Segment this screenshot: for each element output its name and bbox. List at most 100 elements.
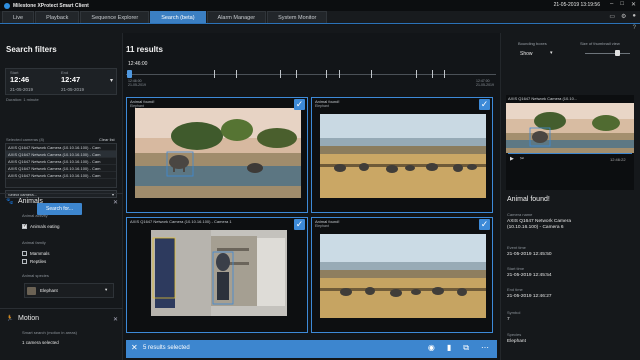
tile-checkbox[interactable]: ✓ <box>294 99 305 110</box>
settings-icon[interactable]: ⚙ <box>621 13 626 20</box>
symbol-label: Symbol <box>507 310 521 315</box>
mammals-checkbox[interactable] <box>22 251 27 256</box>
more-icon[interactable]: ⋯ <box>481 343 489 353</box>
camera-name-value: AXIS Q1647 Network Camera (10.10.16.100)… <box>507 219 571 230</box>
thumbnail-size-slider[interactable] <box>585 53 630 54</box>
result-marker[interactable] <box>280 70 281 78</box>
result-marker[interactable] <box>432 70 433 78</box>
tab-live[interactable]: Live <box>2 11 35 23</box>
tile-subcaption: Elephant <box>315 104 329 108</box>
clear-list-link[interactable]: Clear list <box>99 137 115 142</box>
tile-subcaption: Elephant <box>315 224 329 228</box>
result-marker[interactable] <box>339 70 340 78</box>
playback-progress[interactable] <box>508 153 632 154</box>
species-value: Elephant <box>40 288 58 293</box>
end-time: 12:47 <box>61 75 81 84</box>
clear-selection-icon[interactable]: ✕ <box>131 343 138 352</box>
close-icon[interactable]: ✕ <box>113 199 118 206</box>
clip-icon[interactable]: ✂ <box>520 156 524 162</box>
results-panel: 11 results 12:46:00 12:46:00 21-05-2019 … <box>123 33 535 360</box>
elephant-thumbnail-icon <box>27 287 36 295</box>
animals-icon: 🐾 <box>6 199 14 205</box>
result-tile[interactable]: Animal found! Elephant ✓ <box>311 97 493 213</box>
result-marker[interactable] <box>296 70 297 78</box>
chevron-down-icon[interactable]: ▾ <box>550 50 553 56</box>
tab-alarm-manager[interactable]: Alarm Manager <box>206 11 267 23</box>
animal-family-label: Animal family <box>22 240 46 245</box>
tab-system-monitor[interactable]: System Monitor <box>267 11 328 23</box>
result-marker[interactable] <box>444 70 445 78</box>
species-value: Elephant <box>507 339 526 344</box>
help-icon[interactable]: ? <box>633 25 636 31</box>
user-icon[interactable]: ● <box>632 13 636 20</box>
main-tabs: Live Playback Sequence Explorer Search (… <box>0 11 640 24</box>
play-icon[interactable]: ▶ <box>510 156 514 162</box>
list-item[interactable]: AXIS Q1647 Network Camera (10.10.16.100)… <box>6 144 116 151</box>
result-marker[interactable] <box>326 70 327 78</box>
results-timeline[interactable]: 12:46:00 12:46:00 21-05-2019 12:47:00 21… <box>126 61 497 91</box>
tile-checkbox[interactable]: ✓ <box>479 219 490 230</box>
camera-list[interactable]: AXIS Q1647 Network Camera (10.10.16.100)… <box>5 143 117 188</box>
export-icon[interactable]: ⧉ <box>463 343 469 353</box>
event-time-value: 21-05-2019 12:45:50 <box>507 252 552 257</box>
select-camera-dropdown[interactable]: Select camera... ▾ <box>5 190 117 198</box>
selected-cameras-label: Selected cameras (8) <box>6 137 45 142</box>
result-marker[interactable] <box>371 70 372 78</box>
list-item[interactable]: AXIS Q1647 Network Camera (10.10.16.100)… <box>6 158 116 165</box>
list-item[interactable]: AXIS Q1647 Network Camera (10.10.16.100)… <box>6 165 116 172</box>
close-icon[interactable]: ✕ <box>631 1 636 8</box>
tile-checkbox[interactable]: ✓ <box>479 99 490 110</box>
result-marker[interactable] <box>416 70 417 78</box>
result-tile[interactable]: AXIS Q1647 Network Camera (10.10.16.100)… <box>126 217 308 333</box>
timeline-end-date: 21-05-2019 <box>476 83 494 87</box>
result-marker[interactable] <box>236 70 237 78</box>
milestone-logo-icon <box>4 2 10 9</box>
elephant-herd-image <box>312 98 492 212</box>
slider-handle[interactable] <box>615 50 620 56</box>
start-time: 12:46 <box>10 75 30 84</box>
duration-text: Duration: 1 minute <box>6 97 39 102</box>
minimize-icon[interactable]: – <box>610 1 613 8</box>
tab-playback[interactable]: Playback <box>35 11 80 23</box>
bounding-boxes-select[interactable]: Show <box>520 51 533 57</box>
tile-checkbox[interactable]: ✓ <box>294 219 305 230</box>
end-time-label: End time <box>507 287 523 292</box>
timeline-handle[interactable] <box>127 70 132 78</box>
tab-search[interactable]: Search (beta) <box>150 11 206 23</box>
preview-player[interactable]: AXIS Q1647 Network Camera (10.10... ▶ ✂ … <box>506 95 634 190</box>
maximize-icon[interactable]: □ <box>620 1 624 8</box>
camera-name-label: Camera name <box>507 212 533 217</box>
species-dropdown[interactable]: Elephant ▾ <box>24 283 114 298</box>
selection-action-bar: ✕ 5 results selected ◉ ▮ ⧉ ⋯ <box>126 340 497 358</box>
thumbnail-size-label: Size of thumbnail view <box>580 41 620 46</box>
animal-activity-label: Animal activity <box>22 213 48 218</box>
divider <box>0 193 123 194</box>
tab-sequence-explorer[interactable]: Sequence Explorer <box>80 11 150 23</box>
timeline-start-date: 21-05-2019 <box>128 83 146 87</box>
window-icon[interactable]: ▭ <box>609 13 615 20</box>
symbol-value: 7 <box>507 317 510 322</box>
reptiles-checkbox[interactable] <box>22 259 27 264</box>
start-date: 21-05-2019 <box>10 87 34 92</box>
tile-subcaption: Elephant <box>130 104 144 108</box>
animals-section-title: Animals <box>18 198 43 205</box>
bookmark-icon[interactable]: ▮ <box>447 343 451 353</box>
list-item[interactable]: AXIS Q1647 Network Camera (10.10.16.100)… <box>6 172 116 179</box>
motion-icon: 🏃 <box>6 316 14 322</box>
chevron-down-icon[interactable]: ▾ <box>110 77 113 84</box>
list-item[interactable]: AXIS Q1647 Network Camera (10.10.16.100)… <box>6 151 116 158</box>
playback-icon[interactable]: ◉ <box>428 343 435 353</box>
result-tile[interactable]: Animal found! Elephant ✓ <box>311 217 493 333</box>
result-marker[interactable] <box>214 70 215 78</box>
timeline-time: 12:46:00 <box>128 61 148 67</box>
title-bar: Milestone XProtect Smart Client 21-05-20… <box>0 0 640 11</box>
start-time-label: Start time <box>507 266 525 271</box>
time-range-picker[interactable]: Start 12:46 21-05-2019 End 12:47 21-05-2… <box>5 68 117 95</box>
result-tile[interactable]: Animal found! Elephant ✓ <box>126 97 308 213</box>
animals-eating-checkbox[interactable] <box>22 223 27 229</box>
tile-caption: AXIS Q1647 Network Camera (10.10.16.100)… <box>130 219 232 224</box>
selected-count: 5 results selected <box>143 345 190 351</box>
animals-eating-label: Animals eating <box>30 224 60 229</box>
close-icon[interactable]: ✕ <box>113 316 118 323</box>
motion-section-title: Motion <box>18 315 40 322</box>
